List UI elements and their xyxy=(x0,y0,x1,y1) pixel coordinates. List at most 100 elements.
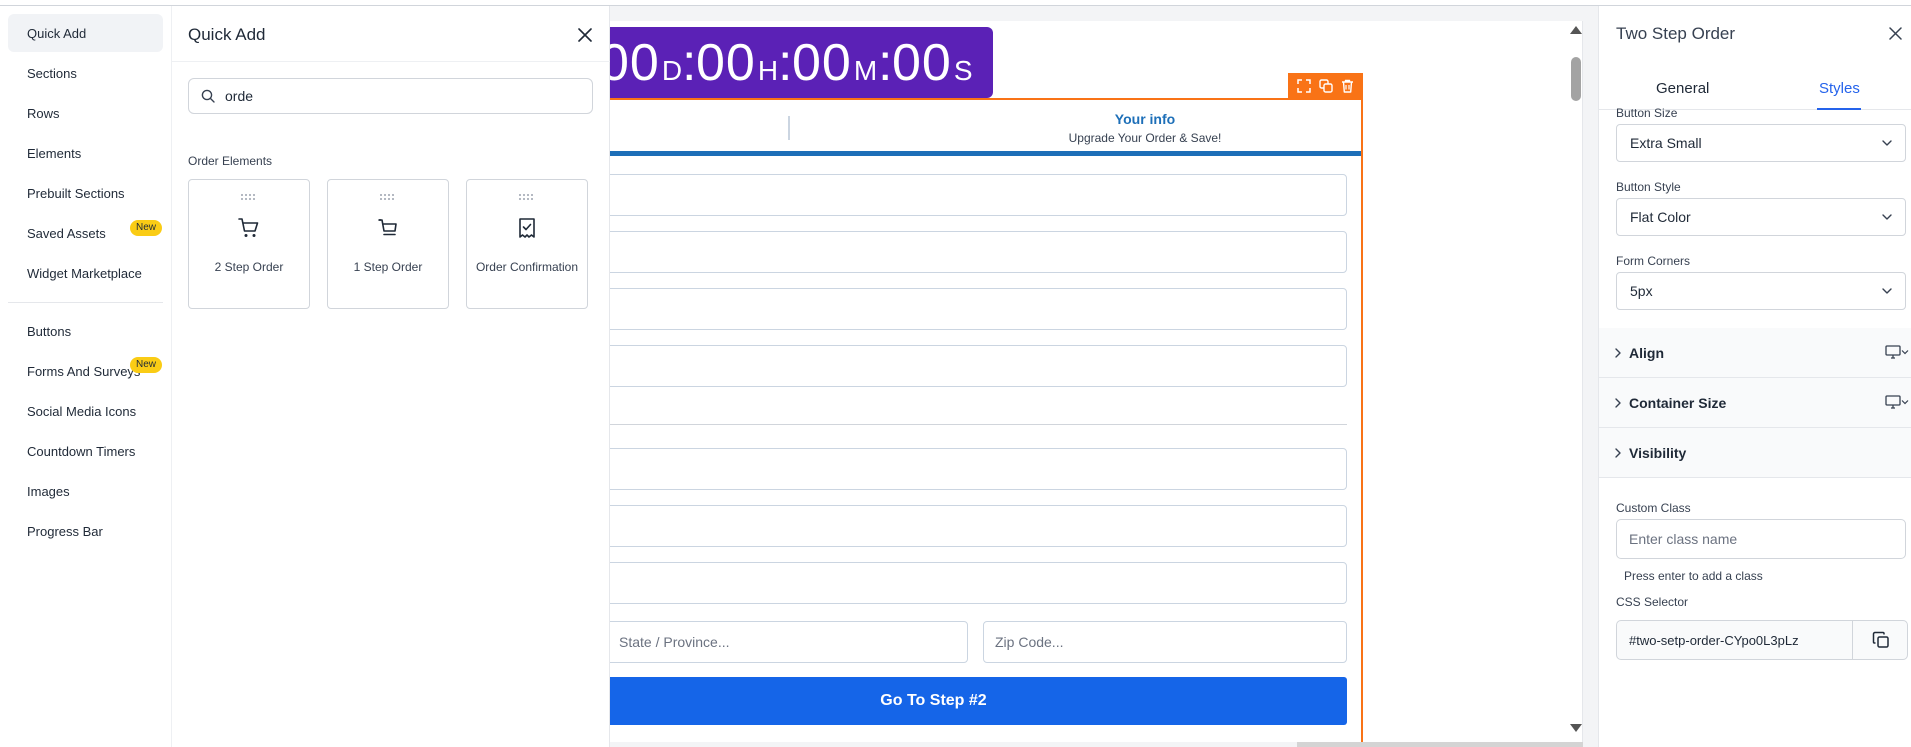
scrollbar-thumb[interactable] xyxy=(1571,57,1581,101)
form-separator xyxy=(610,424,1347,425)
nav-item-buttons[interactable]: Buttons xyxy=(8,312,163,350)
nav-item-label: Forms And Surveys xyxy=(27,363,141,379)
button-style-select[interactable]: Flat Color xyxy=(1616,198,1906,236)
close-settings-button[interactable] xyxy=(1885,23,1905,43)
nav-item-rows[interactable]: Rows xyxy=(8,94,163,132)
timer-colon: : xyxy=(878,34,893,92)
device-toggle[interactable] xyxy=(1885,345,1909,359)
form-field[interactable] xyxy=(610,562,1347,604)
quick-add-search[interactable] xyxy=(188,78,593,114)
element-card-label: Order Confirmation xyxy=(475,260,579,274)
copy-selector-button[interactable] xyxy=(1852,621,1908,659)
state-province-placeholder: State / Province... xyxy=(619,634,730,650)
custom-class-help: Press enter to add a class xyxy=(1624,569,1763,583)
nav-item-quick-add[interactable]: Quick Add xyxy=(8,14,163,52)
accordion-align[interactable]: Align xyxy=(1599,328,1911,378)
button-style-label: Button Style xyxy=(1616,180,1681,194)
form-field[interactable] xyxy=(610,448,1347,490)
chevron-down-icon xyxy=(1901,350,1909,355)
timer-colon: : xyxy=(778,34,793,92)
nav-item-saved-assets[interactable]: Saved Assets New xyxy=(8,214,163,252)
scroll-down-arrow-icon[interactable] xyxy=(1570,724,1582,732)
editor-canvas[interactable]: 00D : 00H : 00M : 00S Your info Upgrade … xyxy=(610,21,1583,742)
zip-code-field[interactable]: Zip Code... xyxy=(983,621,1347,663)
nav-item-prebuilt-sections[interactable]: Prebuilt Sections xyxy=(8,174,163,212)
nav-item-label: Saved Assets xyxy=(27,225,106,241)
tab-general[interactable]: General xyxy=(1656,80,1709,97)
go-to-step-2-button[interactable]: Go To Step #2 xyxy=(610,677,1347,725)
countdown-timer[interactable]: 00D : 00H : 00M : 00S xyxy=(610,27,993,98)
timer-minutes: 00 M xyxy=(792,33,877,93)
accordion-container-size[interactable]: Container Size xyxy=(1599,378,1911,428)
form-field[interactable] xyxy=(610,345,1347,387)
form-field[interactable] xyxy=(610,505,1347,547)
button-size-select[interactable]: Extra Small xyxy=(1616,124,1906,162)
chevron-right-icon xyxy=(1615,448,1621,458)
chevron-down-icon xyxy=(1882,140,1892,146)
nav-item-countdown-timers[interactable]: Countdown Timers xyxy=(8,432,163,470)
nav-item-widget-marketplace[interactable]: Widget Marketplace xyxy=(8,254,163,292)
button-style-value: Flat Color xyxy=(1630,209,1691,225)
close-quick-add-button[interactable] xyxy=(574,24,596,46)
timer-minutes-value: 00 xyxy=(792,34,852,92)
desktop-icon xyxy=(1885,395,1901,409)
quick-add-panel: Quick Add Order Elements 2 Step Order 1 … xyxy=(172,6,610,747)
drag-handle-icon xyxy=(241,194,255,200)
chevron-down-icon xyxy=(1882,214,1892,220)
zip-code-placeholder: Zip Code... xyxy=(995,634,1064,650)
scroll-up-arrow-icon[interactable] xyxy=(1570,26,1582,34)
nav-item-label: Rows xyxy=(27,105,60,121)
form-field[interactable] xyxy=(610,174,1347,216)
element-card-order-confirmation[interactable]: Order Confirmation xyxy=(466,179,588,309)
nav-item-forms-and-surveys[interactable]: Forms And Surveys New xyxy=(8,352,163,390)
nav-item-progress-bar[interactable]: Progress Bar xyxy=(8,512,163,550)
css-selector-value: #two-setp-order-CYpo0L3pLz xyxy=(1629,633,1799,648)
nav-item-label: Social Media Icons xyxy=(27,403,137,419)
form-field[interactable] xyxy=(610,231,1347,273)
timer-hours-value: 00 xyxy=(696,34,756,92)
nav-item-images[interactable]: Images xyxy=(8,472,163,510)
nav-item-sections[interactable]: Sections xyxy=(8,54,163,92)
nav-item-social-media-icons[interactable]: Social Media Icons xyxy=(8,392,163,430)
timer-seconds-value: 00 xyxy=(892,34,952,92)
timer-days-value: 00 xyxy=(610,34,660,92)
settings-tabs: General Styles xyxy=(1599,62,1911,110)
settings-panel-title: Two Step Order xyxy=(1616,24,1736,43)
nav-item-label: Buttons xyxy=(27,323,72,339)
element-card-1-step-order[interactable]: 1 Step Order xyxy=(327,179,449,309)
tab-your-info[interactable]: Your info xyxy=(1070,111,1220,127)
device-toggle[interactable] xyxy=(1885,395,1909,409)
custom-class-input[interactable] xyxy=(1616,519,1906,559)
tab-styles[interactable]: Styles xyxy=(1819,80,1860,97)
horizontal-scrollbar[interactable] xyxy=(1297,742,1583,747)
form-corners-label: Form Corners xyxy=(1616,254,1691,268)
order-elements-heading: Order Elements xyxy=(188,154,273,168)
canvas-scrollbar[interactable] xyxy=(1568,21,1582,742)
tab-subtitle: Upgrade Your Order & Save! xyxy=(1068,131,1222,145)
accordion-visibility[interactable]: Visibility xyxy=(1599,428,1911,478)
chevron-down-icon xyxy=(1901,400,1909,405)
nav-item-label: Sections xyxy=(27,65,77,81)
trash-icon[interactable] xyxy=(1341,79,1354,93)
timer-hours: 00 H xyxy=(696,33,778,93)
new-badge: New xyxy=(129,220,162,236)
element-card-2-step-order[interactable]: 2 Step Order xyxy=(188,179,310,309)
quick-add-header: Quick Add xyxy=(172,6,610,62)
nav-item-elements[interactable]: Elements xyxy=(8,134,163,172)
cart-icon xyxy=(238,218,259,237)
cart-icon xyxy=(378,219,397,236)
search-input[interactable] xyxy=(225,88,565,104)
nav-item-label: Progress Bar xyxy=(27,523,103,539)
custom-class-label: Custom Class xyxy=(1616,501,1691,515)
timer-days: 00D xyxy=(610,33,682,93)
form-corners-value: 5px xyxy=(1630,283,1653,299)
nav-item-label: Quick Add xyxy=(27,25,87,41)
form-corners-select[interactable]: 5px xyxy=(1616,272,1906,310)
quick-add-title: Quick Add xyxy=(188,25,266,44)
expand-icon[interactable] xyxy=(1297,79,1311,93)
accordion-visibility-title: Visibility xyxy=(1629,445,1687,461)
duplicate-icon[interactable] xyxy=(1319,79,1333,93)
timer-hours-unit: H xyxy=(757,55,779,86)
state-province-field[interactable]: State / Province... xyxy=(610,621,968,663)
form-field[interactable] xyxy=(610,288,1347,330)
